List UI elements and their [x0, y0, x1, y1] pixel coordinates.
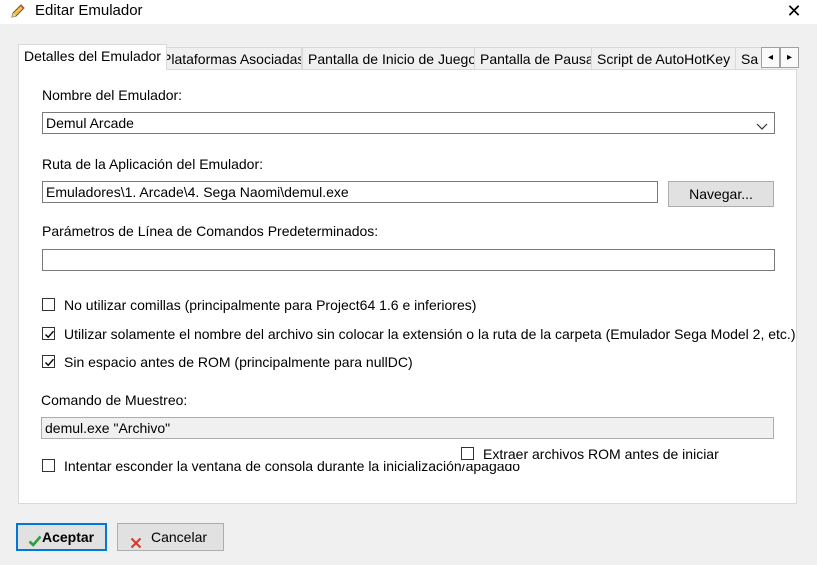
default-params-label: Parámetros de Línea de Comandos Predeter… — [42, 223, 379, 239]
tab-scroll-left-button[interactable]: ◂ — [761, 47, 780, 68]
browse-button[interactable]: Navegar... — [668, 181, 774, 207]
window-title: Editar Emulador — [35, 2, 143, 19]
no-space-checkbox[interactable] — [42, 355, 55, 368]
close-button[interactable]: ✕ — [771, 0, 817, 24]
tab-sa[interactable]: Sa — [735, 47, 763, 70]
emulator-name-value: Demul Arcade — [46, 115, 134, 131]
extract-roms-label: Extraer archivos ROM antes de iniciar — [483, 446, 719, 462]
tab-label: Script de AutoHotKey — [597, 51, 731, 67]
cancel-label: Cancelar — [151, 529, 208, 545]
extract-roms-checkbox[interactable] — [461, 447, 474, 460]
hide-console-option[interactable]: Intentar esconder la ventana de consola … — [42, 458, 522, 476]
no-quotes-checkbox[interactable] — [42, 298, 55, 311]
tab-script-autohotkey[interactable]: Script de AutoHotKey — [591, 47, 737, 70]
sample-command-label: Comando de Muestreo: — [41, 392, 188, 408]
arrow-right-icon: ▸ — [786, 52, 793, 63]
close-icon: ✕ — [786, 1, 802, 21]
filename-only-checkbox[interactable] — [42, 327, 55, 340]
tab-label: Sa — [741, 51, 759, 67]
chevron-down-icon — [756, 117, 768, 130]
filename-only-label: Utilizar solamente el nombre del archivo… — [64, 326, 796, 342]
app-path-label: Ruta de la Aplicación del Emulador: — [42, 156, 264, 172]
accept-button[interactable]: Aceptar — [16, 523, 107, 551]
accept-label: Aceptar — [42, 529, 95, 545]
filename-only-option[interactable]: Utilizar solamente el nombre del archivo… — [42, 326, 795, 344]
tab-detalles-emulador[interactable]: Detalles del Emulador — [18, 44, 167, 70]
checkmark-icon — [45, 330, 55, 339]
tab-scroll-right-button[interactable]: ▸ — [780, 47, 799, 68]
emulator-name-label: Nombre del Emulador: — [42, 87, 183, 103]
no-quotes-label: No utilizar comillas (principalmente par… — [64, 297, 477, 313]
checkmark-icon — [45, 358, 55, 367]
no-quotes-option[interactable]: No utilizar comillas (principalmente par… — [42, 297, 782, 315]
title-bar: Editar Emulador ✕ — [0, 0, 817, 24]
app-path-input[interactable]: Emuladores\1. Arcade\4. Sega Naomi\demul… — [42, 181, 658, 203]
tab-panel-detalles: Nombre del Emulador: Demul Arcade Ruta d… — [18, 69, 797, 504]
default-params-input[interactable] — [42, 249, 775, 271]
tab-label: Pantalla de Inicio de Juego — [308, 51, 476, 67]
sample-command-value: demul.exe "Archivo" — [45, 420, 171, 436]
pencil-icon — [10, 3, 26, 19]
emulator-name-select[interactable]: Demul Arcade — [42, 112, 775, 134]
tab-label: Pantalla de Pausa — [480, 51, 592, 67]
cancel-button[interactable]: Cancelar — [117, 523, 224, 551]
close-icon — [130, 531, 144, 549]
tab-pantalla-pausa[interactable]: Pantalla de Pausa — [474, 47, 592, 70]
tab-pantalla-inicio[interactable]: Pantalla de Inicio de Juego — [302, 47, 476, 70]
no-space-label: Sin espacio antes de ROM (principalmente… — [64, 354, 413, 370]
tab-strip: Detalles del Emulador Plataformas Asocia… — [18, 44, 800, 70]
hide-console-checkbox[interactable] — [42, 459, 55, 472]
no-space-option[interactable]: Sin espacio antes de ROM (principalmente… — [42, 354, 782, 372]
checkmark-icon — [28, 531, 42, 547]
browse-label: Navegar... — [689, 186, 753, 202]
sample-command-field: demul.exe "Archivo" — [41, 417, 774, 439]
tab-plataformas-asociadas[interactable]: Plataformas Asociadas — [156, 47, 302, 70]
extract-roms-option[interactable]: Extraer archivos ROM antes de iniciar — [461, 446, 761, 464]
hide-console-label: Intentar esconder la ventana de consola … — [64, 458, 521, 474]
arrow-left-icon: ◂ — [767, 52, 774, 63]
tab-label: Detalles del Emulador — [24, 48, 161, 64]
tab-label: Plataformas Asociadas — [162, 51, 302, 67]
app-path-value: Emuladores\1. Arcade\4. Sega Naomi\demul… — [46, 184, 349, 200]
